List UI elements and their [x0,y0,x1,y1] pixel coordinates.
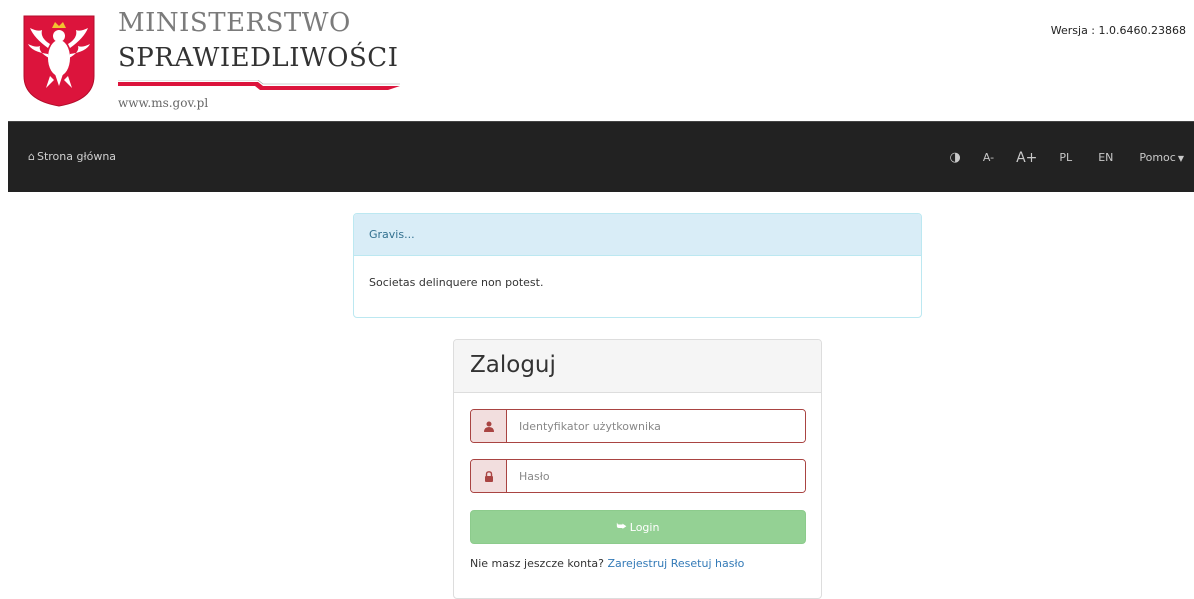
alert-message: Societas delinquere non potest. [354,256,921,289]
reset-password-link[interactable]: Resetuj hasło [671,557,745,570]
register-link[interactable]: Zarejestruj [608,557,668,570]
lang-en-link[interactable]: EN [1098,151,1113,164]
home-icon: ⌂ [28,150,35,163]
font-larger-button[interactable]: A+ [1016,150,1037,166]
caret-down-icon: ▼ [1178,154,1184,163]
brand-flag-stripe [118,80,400,92]
login-button[interactable]: ⮩Login [470,510,806,544]
account-links: Nie masz jeszcze konta? Zarejestruj Rese… [470,557,744,570]
login-title: Zaloguj [454,340,821,393]
font-smaller-button[interactable]: A- [983,151,994,164]
brand-url: www.ms.gov.pl [118,96,208,110]
brand-title-line2: SPRAWIEDLIWOŚCI [118,45,398,71]
help-dropdown[interactable]: Pomoc▼ [1139,151,1184,164]
help-label: Pomoc [1139,151,1175,164]
contrast-icon[interactable]: ◑ [950,150,961,165]
lock-icon [471,460,507,492]
info-alert: Gravis... Societas delinquere non potest… [353,213,922,318]
version-label: Wersja : 1.0.6460.23868 [1051,24,1186,37]
alert-title: Gravis... [354,214,921,256]
nav-right-group: ◑ A- A+ PL EN Pomoc▼ [950,122,1194,193]
main-navbar: ⌂Strona główna ◑ A- A+ PL EN Pomoc▼ [8,121,1194,192]
password-group [470,459,806,493]
polish-eagle-emblem-icon [20,14,98,108]
username-group [470,409,806,443]
sign-in-icon: ⮩ [617,520,627,534]
brand-title-line1: MINISTERSTWO [118,10,351,36]
username-input[interactable] [507,410,805,442]
no-account-text: Nie masz jeszcze konta? [470,557,604,570]
page-header: MINISTERSTWO SPRAWIEDLIWOŚCI www.ms.gov.… [0,0,1194,121]
login-panel: Zaloguj ⮩Login Nie masz jeszcze konta? Z… [453,339,822,599]
nav-home-link[interactable]: ⌂Strona główna [28,150,116,163]
password-input[interactable] [507,460,805,492]
nav-home-label: Strona główna [37,150,116,163]
lang-pl-link[interactable]: PL [1059,151,1072,164]
login-button-label: Login [630,521,660,534]
user-icon [471,410,507,442]
